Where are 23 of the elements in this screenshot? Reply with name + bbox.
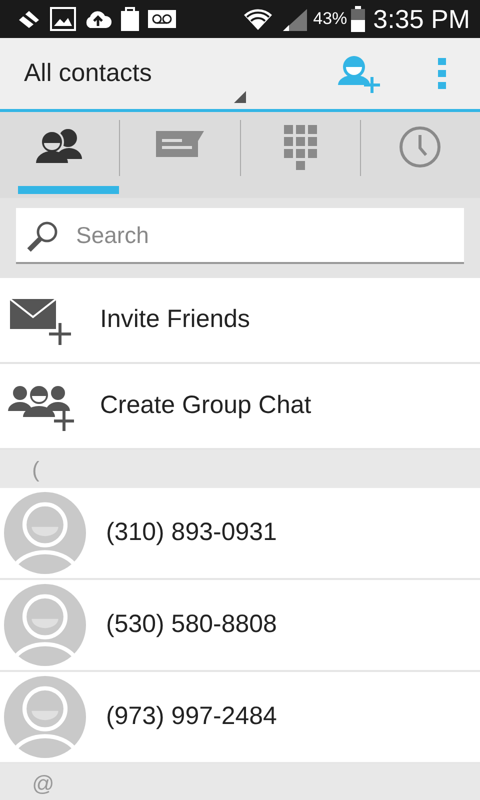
signal-icon: [281, 7, 308, 31]
gallery-icon: [50, 7, 76, 31]
avatar-icon: [4, 584, 86, 666]
search-icon: [26, 220, 60, 252]
voicemail-icon: [148, 9, 176, 29]
overflow-menu-button[interactable]: [438, 58, 448, 90]
avatar-icon: [4, 676, 86, 758]
add-contact-button[interactable]: [338, 54, 382, 92]
store-bag-icon: [120, 6, 140, 32]
search-field[interactable]: Search: [16, 208, 464, 264]
notification-icon: [16, 8, 42, 30]
upload-icon: [84, 8, 112, 30]
battery-percentage: 43%: [313, 8, 348, 30]
dropdown-triangle-icon: [234, 91, 246, 103]
contacts-filter-dropdown[interactable]: All contacts: [24, 54, 152, 92]
clock: 3:35 PM: [373, 6, 470, 32]
section-header: (: [32, 456, 40, 484]
contact-row[interactable]: (310) 893-0931: [0, 488, 480, 580]
list-action[interactable]: Invite Friends: [0, 278, 480, 364]
contact-row[interactable]: (530) 580-8808: [0, 580, 480, 672]
battery-icon: [351, 6, 366, 32]
avatar-icon: [4, 492, 86, 574]
section-header: @: [32, 770, 54, 798]
